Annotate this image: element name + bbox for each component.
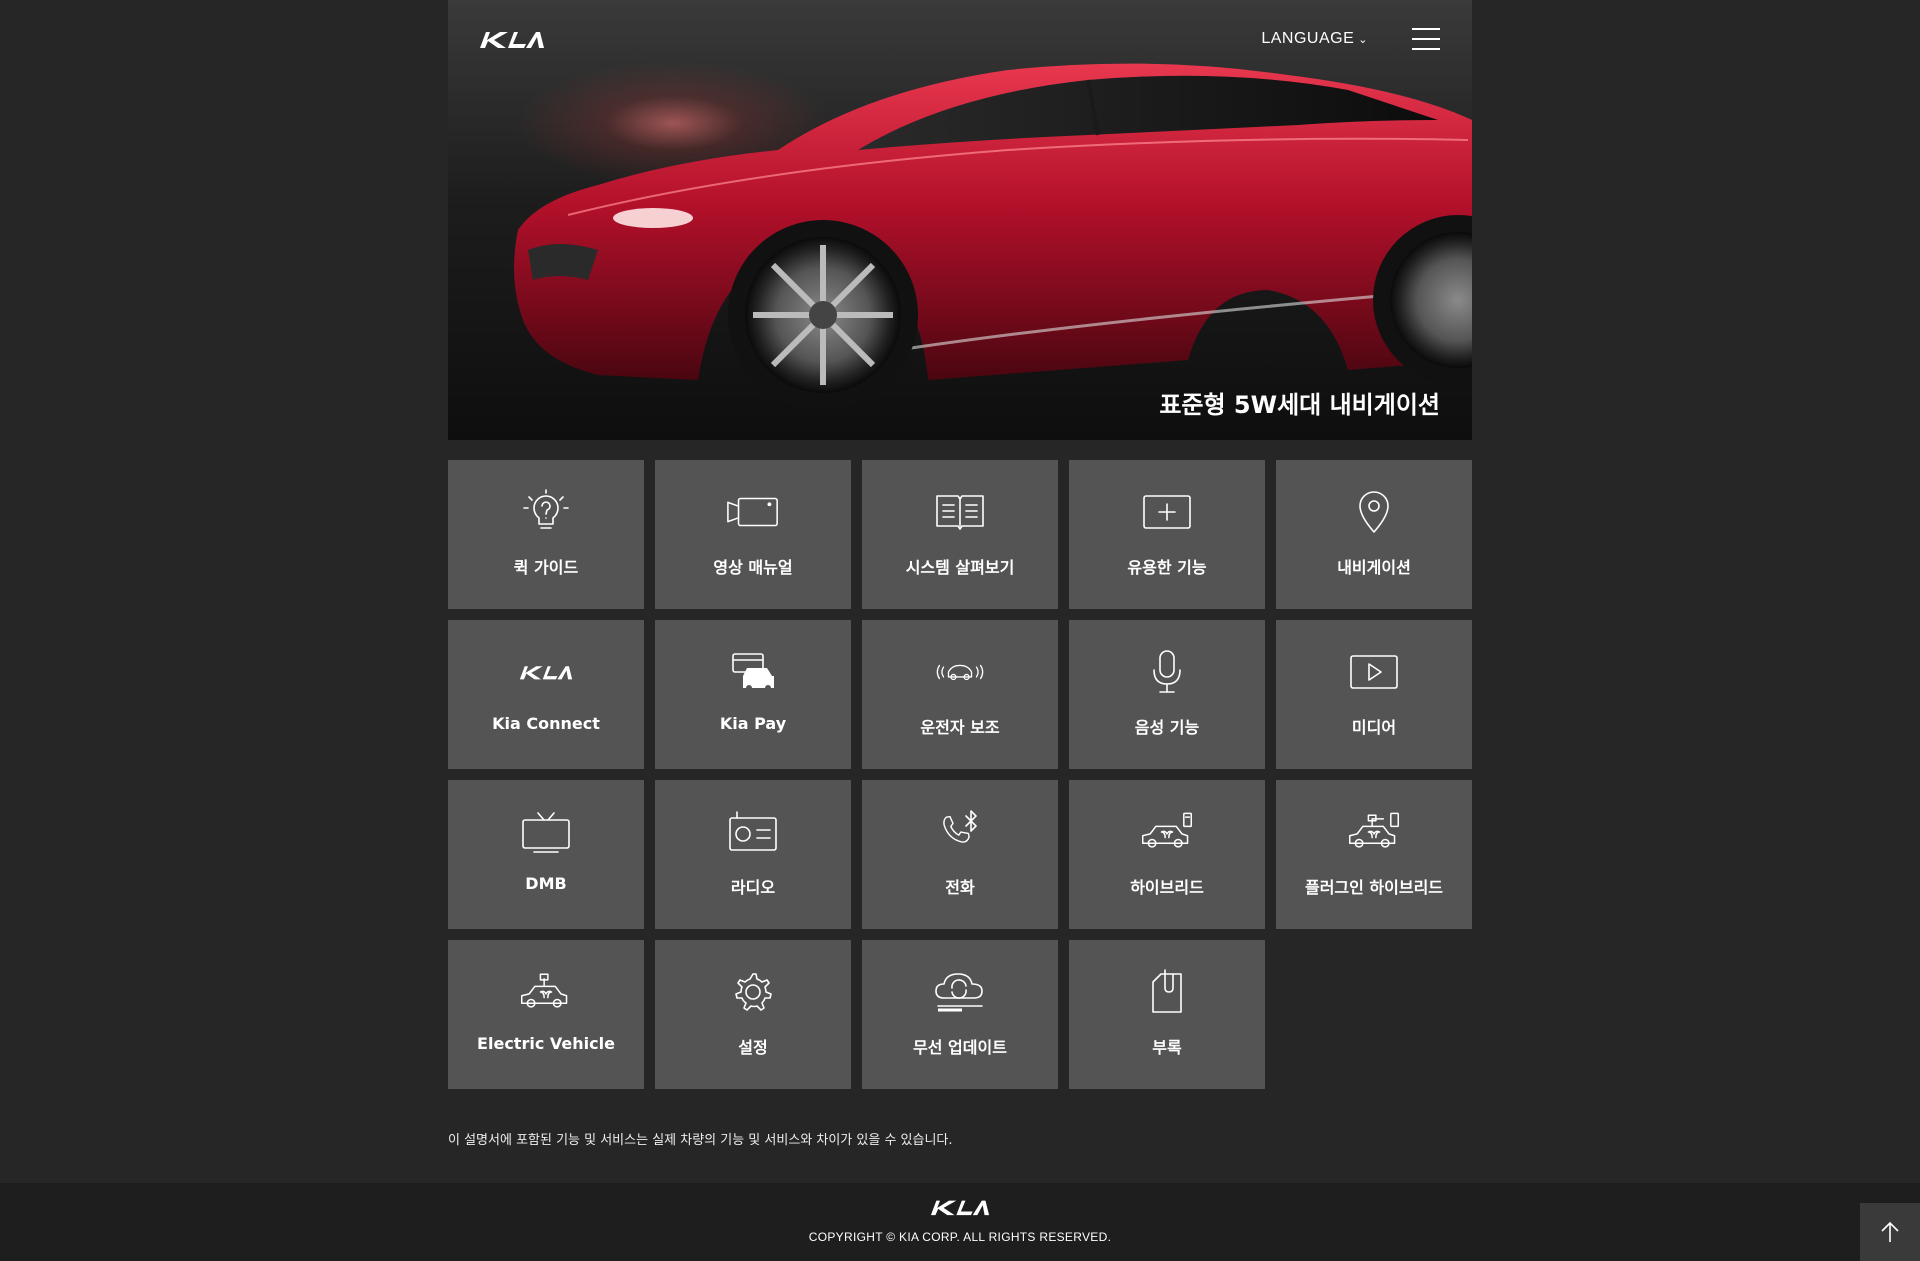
- footer: COPYRIGHT © KIA CORP. ALL RIGHTS RESERVE…: [0, 1183, 1920, 1261]
- phone-bluetooth-icon: [932, 808, 988, 856]
- menu-grid: 퀵 가이드 영상 매뉴얼 시스템 살펴보기 유용한 기능 내비게이션 Kia Connec…: [448, 460, 1472, 1089]
- menu-tile-label: 내비게이션: [1337, 558, 1411, 577]
- copyright-text: COPYRIGHT © KIA CORP. ALL RIGHTS RESERVE…: [808, 1230, 1112, 1244]
- menu-tile[interactable]: 미디어: [1276, 620, 1472, 769]
- car-sensor-icon: [932, 648, 988, 696]
- menu-tile[interactable]: 시스템 살펴보기: [862, 460, 1058, 609]
- menu-tile[interactable]: 퀵 가이드: [448, 460, 644, 609]
- map-pin-icon: [1346, 488, 1402, 536]
- menu-tile[interactable]: 부록: [1069, 940, 1265, 1089]
- menu-tile-label: 설정: [738, 1038, 768, 1057]
- hamburger-menu-icon[interactable]: [1412, 28, 1440, 52]
- menu-tile[interactable]: Kia Connect: [448, 620, 644, 769]
- radio-icon: [725, 808, 781, 856]
- menu-tile[interactable]: 유용한 기능: [1069, 460, 1265, 609]
- menu-tile[interactable]: DMB: [448, 780, 644, 929]
- plugin-hybrid-car-icon: [1346, 808, 1402, 856]
- card-car-icon: [725, 648, 781, 696]
- hero-banner: LANGUAGE ⌄ 표준형 5W세대 내비게이션: [448, 0, 1472, 440]
- menu-tile-label: 하이브리드: [1130, 878, 1204, 897]
- menu-tile-label: 무선 업데이트: [913, 1038, 1007, 1057]
- play-icon: [1346, 648, 1402, 696]
- menu-tile[interactable]: 설정: [655, 940, 851, 1089]
- tv-icon: [518, 808, 574, 856]
- microphone-icon: [1139, 648, 1195, 696]
- menu-tile-label: 부록: [1152, 1038, 1182, 1057]
- plus-box-icon: [1139, 488, 1195, 536]
- lightbulb-question-icon: [518, 488, 574, 536]
- menu-tile-label: 운전자 보조: [920, 718, 1000, 737]
- menu-tile[interactable]: 전화: [862, 780, 1058, 929]
- menu-tile-label: Kia Connect: [492, 714, 600, 733]
- kia-logo-icon: [518, 648, 574, 696]
- menu-tile-label: 유용한 기능: [1127, 558, 1207, 577]
- menu-tile[interactable]: 플러그인 하이브리드: [1276, 780, 1472, 929]
- menu-tile[interactable]: 내비게이션: [1276, 460, 1472, 609]
- arrow-up-icon: [1881, 1221, 1899, 1242]
- menu-tile[interactable]: 하이브리드: [1069, 780, 1265, 929]
- menu-tile[interactable]: Kia Pay: [655, 620, 851, 769]
- menu-tile[interactable]: 영상 매뉴얼: [655, 460, 851, 609]
- footer-kia-logo: [930, 1200, 990, 1216]
- menu-tile-label: Electric Vehicle: [477, 1034, 615, 1053]
- disclaimer-text: 이 설명서에 포함된 기능 및 서비스는 실제 차량의 기능 및 서비스와 차이…: [448, 1133, 953, 1148]
- menu-tile-label: DMB: [525, 874, 567, 893]
- menu-tile-label: 미디어: [1351, 718, 1397, 737]
- menu-tile[interactable]: 라디오: [655, 780, 851, 929]
- kia-logo[interactable]: [478, 28, 546, 50]
- menu-tile[interactable]: 음성 기능: [1069, 620, 1265, 769]
- scroll-top-button[interactable]: [1860, 1203, 1920, 1261]
- menu-tile-label: Kia Pay: [719, 714, 787, 733]
- menu-tile[interactable]: 운전자 보조: [862, 620, 1058, 769]
- language-selector[interactable]: LANGUAGE ⌄: [1261, 30, 1368, 48]
- menu-tile[interactable]: Electric Vehicle: [448, 940, 644, 1089]
- menu-tile-label: 라디오: [730, 878, 776, 897]
- hybrid-car-icon: [1139, 808, 1195, 856]
- video-camera-icon: [725, 488, 781, 536]
- clip-document-icon: [1139, 968, 1195, 1016]
- language-label: LANGUAGE: [1261, 30, 1355, 47]
- chevron-down-icon: ⌄: [1358, 34, 1368, 46]
- menu-tile-label: 전화: [945, 878, 975, 897]
- menu-tile-label: 음성 기능: [1134, 718, 1200, 737]
- page-title: 표준형 5W세대 내비게이션: [1159, 391, 1440, 419]
- menu-tile[interactable]: 무선 업데이트: [862, 940, 1058, 1089]
- cloud-update-icon: [932, 968, 988, 1016]
- electric-car-icon: [518, 968, 574, 1016]
- gear-icon: [725, 968, 781, 1016]
- menu-tile-label: 퀵 가이드: [513, 558, 579, 577]
- menu-tile-label: 영상 매뉴얼: [713, 558, 793, 577]
- open-book-icon: [932, 488, 988, 536]
- page: LANGUAGE ⌄ 표준형 5W세대 내비게이션 퀵 가이드 영상 매뉴얼 시스템 …: [448, 0, 1472, 1148]
- car-image: [514, 63, 1472, 410]
- menu-tile-label: 플러그인 하이브리드: [1304, 878, 1444, 897]
- menu-tile-label: 시스템 살펴보기: [905, 558, 1015, 577]
